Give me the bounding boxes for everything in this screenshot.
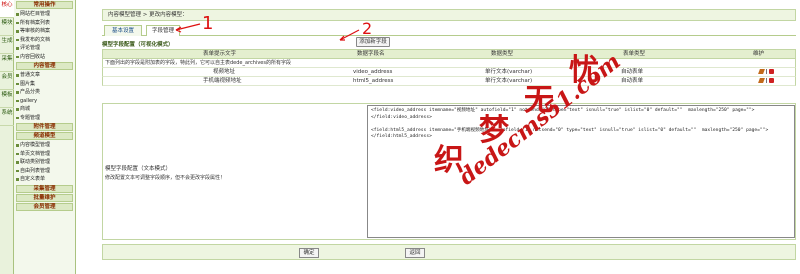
vtab-1[interactable]: 模块 (0, 18, 14, 36)
sidebar-item[interactable]: 内容模型管理 (14, 141, 75, 150)
header-form: 表单类型 (623, 51, 646, 57)
table-row: 手机端视频地址 html5_address 单行文本(varchar) 自动表单 (102, 77, 796, 86)
text-mode-label: 模型字段配置（文本模式） (105, 166, 172, 172)
sidebar-menu: 常用操作 网站栏目管理 所有档案列表 等审核的档案 我发布的文档 评论管理 内容回收站 内容管… (14, 0, 76, 274)
table-description: 下面列出的字段是附加表的字段，特此列，它可以自主表dede_archives的所… (102, 59, 796, 68)
header-label: 表单提示文字 (203, 51, 237, 57)
sidebar-section-head[interactable]: 常用操作 (16, 1, 73, 9)
ok-button[interactable]: 确定 (299, 248, 319, 258)
tab-field-management[interactable]: 字段管理 (146, 25, 180, 36)
sidebar-item[interactable]: 图片集 (14, 80, 75, 89)
visual-section-title: 模型字段配置（可视化模式） (102, 42, 174, 48)
field-table: 表单提示文字 数据字段名 数据类型 表单类型 维护 下面列出的字段是附加表的字段… (102, 49, 796, 86)
row-form: 自动表单 (621, 69, 644, 75)
row-field: html5_address (353, 78, 394, 84)
sidebar-item[interactable]: 自由列表管理 (14, 167, 75, 176)
text-mode-section: 模型字段配置（文本模式） 修改配置文本可调整字段顺序，但不会更改字段属性！ <f… (102, 103, 796, 240)
row-ops (758, 69, 779, 75)
sidebar-item[interactable]: 商城 (14, 105, 75, 114)
sidebar-item[interactable]: 我发布的文档 (14, 36, 75, 45)
separator-icon (766, 78, 767, 83)
breadcrumb: 内容模型管理 > 更改内容模型： (102, 9, 796, 21)
vertical-module-tabs: 核心 模块 生成 采集 会员 模板 系统 (0, 0, 14, 274)
sidebar-item[interactable]: 自定义表单 (14, 175, 75, 184)
sidebar-section-head[interactable]: 内容管理 (16, 62, 73, 70)
delete-icon[interactable] (769, 78, 774, 83)
sidebar-section-head[interactable]: 采集管理 (16, 184, 73, 193)
row-ops (758, 78, 779, 84)
row-field: video_address (353, 69, 393, 75)
vtab-2[interactable]: 生成 (0, 36, 14, 54)
sidebar-item[interactable]: 普通文章 (14, 71, 75, 80)
text-mode-hint: 修改配置文本可调整字段顺序，但不会更改字段属性！ (105, 175, 226, 181)
bottom-bar: 确定 返回 (102, 244, 796, 260)
vtab-3[interactable]: 采集 (0, 54, 14, 72)
sidebar-section-head[interactable]: 附件管理 (16, 123, 73, 131)
sidebar-section-head[interactable]: 会员管理 (16, 202, 73, 211)
edit-icon[interactable] (758, 69, 765, 74)
separator-icon (766, 69, 767, 74)
add-field-button[interactable]: 添加新字段 (356, 37, 390, 47)
sidebar-item[interactable]: 专题管理 (14, 114, 75, 123)
vtab-6[interactable]: 系统 (0, 108, 14, 126)
sidebar-item[interactable]: 评论管理 (14, 44, 75, 53)
row-type: 单行文本(varchar) (485, 69, 533, 75)
tab-bar: 基本设置 字段管理 (102, 25, 796, 36)
sidebar-section-head[interactable]: 频道模型 (16, 132, 73, 140)
edit-icon[interactable] (758, 78, 765, 83)
row-label: 手机端视频地址 (203, 78, 242, 84)
field-config-textarea[interactable]: <field:video_address itemname="视频地址" aut… (367, 105, 795, 238)
sidebar-item[interactable]: gallery (14, 97, 75, 106)
vtab-4[interactable]: 会员 (0, 72, 14, 90)
row-type: 单行文本(varchar) (485, 78, 533, 84)
main-content: 内容模型管理 > 更改内容模型： 基本设置 字段管理 模型字段配置（可视化模式）… (94, 0, 800, 274)
sidebar-section-head[interactable]: 批量维护 (16, 193, 73, 202)
header-ops: 维护 (753, 51, 765, 57)
back-button[interactable]: 返回 (405, 248, 425, 258)
header-type: 数据类型 (491, 51, 514, 57)
sidebar-item[interactable]: 内容回收站 (14, 53, 75, 62)
table-header: 表单提示文字 数据字段名 数据类型 表单类型 维护 (102, 49, 796, 59)
sidebar-item[interactable]: 所有档案列表 (14, 19, 75, 28)
sidebar-item[interactable]: 单页文档管理 (14, 150, 75, 159)
delete-icon[interactable] (769, 69, 774, 74)
vtab-5[interactable]: 模板 (0, 90, 14, 108)
vtab-0[interactable]: 核心 (0, 0, 14, 18)
header-field: 数据字段名 (357, 51, 385, 57)
sidebar-item[interactable]: 联动类别管理 (14, 158, 75, 167)
sidebar-item[interactable]: 产品分类 (14, 88, 75, 97)
table-row: 视频地址 video_address 单行文本(varchar) 自动表单 (102, 68, 796, 77)
tab-basic-settings[interactable]: 基本设置 (104, 25, 142, 36)
sidebar-item[interactable]: 等审核的档案 (14, 27, 75, 36)
row-label: 视频地址 (213, 69, 236, 75)
sidebar-item[interactable]: 网站栏目管理 (14, 10, 75, 19)
row-form: 自动表单 (621, 78, 644, 84)
